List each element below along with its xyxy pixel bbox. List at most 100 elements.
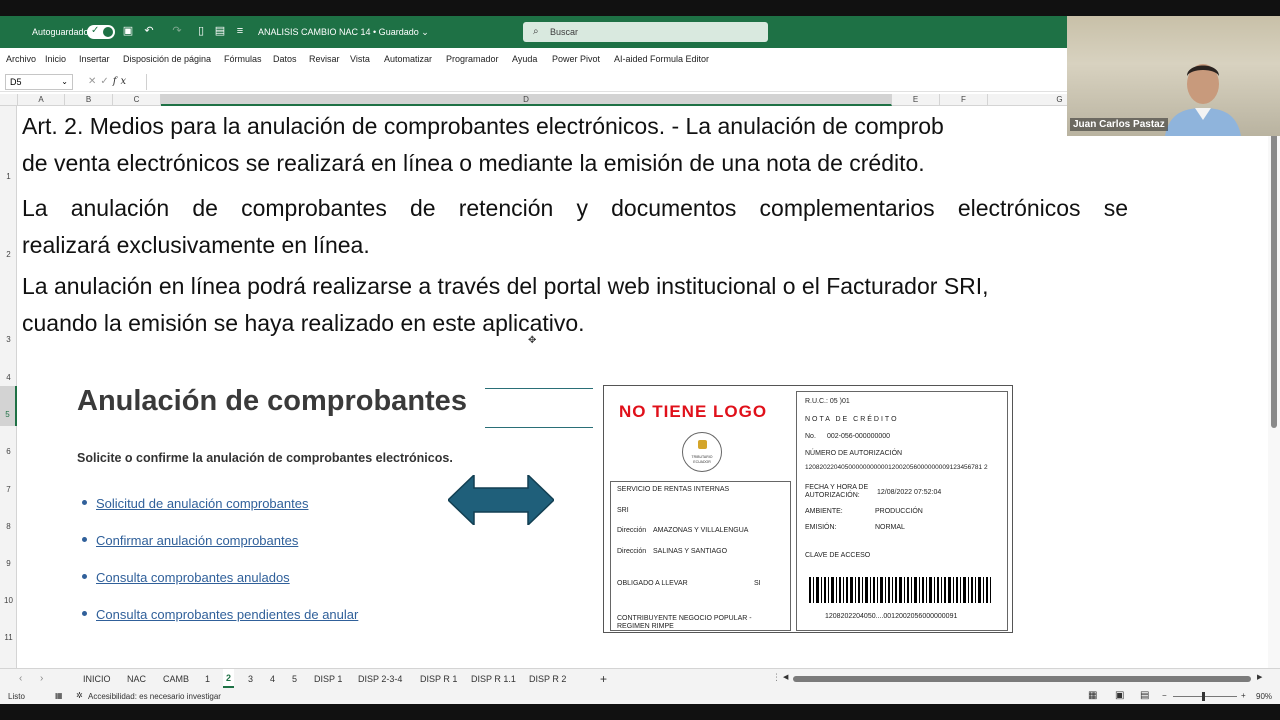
column-header-c[interactable]: C [113,94,161,106]
tab-next-icon[interactable]: › [40,673,43,684]
formula-input[interactable] [146,74,1066,90]
obligado-value: SI [754,580,761,587]
link-consulta-pendientes[interactable]: Consulta comprobantes pendientes de anul… [82,607,358,622]
row-headers: 1 2 3 4 5 6 7 8 9 10 11 [0,106,17,668]
column-header-f[interactable]: F [940,94,988,106]
menu-archivo[interactable]: Archivo [6,54,36,64]
bullet-icon [82,537,87,543]
horizontal-scrollbar[interactable] [793,676,1251,682]
tab-disp-r-1-1[interactable]: DISP R 1.1 [471,674,516,684]
column-header-d[interactable]: D [161,94,892,106]
redo-icon[interactable]: ↷ [171,25,183,37]
double-arrow-icon [448,475,554,525]
name-box[interactable]: D5 ⌄ [5,74,73,90]
row-header-4[interactable]: 4 [0,373,17,382]
tabs-more-icon[interactable]: ⋮ [772,672,781,683]
column-header-a[interactable]: A [18,94,65,106]
menu-datos[interactable]: Datos [273,54,297,64]
link-confirmar-anulacion[interactable]: Confirmar anulación comprobantes [82,533,298,548]
tab-3[interactable]: 3 [248,674,253,684]
menu-inicio[interactable]: Inicio [45,54,66,64]
invoice-emitter-box: SERVICIO DE RENTAS INTERNAS SRI Direcció… [610,481,791,631]
tab-camb[interactable]: CAMB [163,674,189,684]
new-file-icon[interactable]: ▯ [195,25,207,37]
status-ready: Listo [8,692,25,701]
row-header-2[interactable]: 2 [0,250,17,259]
tab-disp-r-1[interactable]: DISP R 1 [420,674,457,684]
worksheet-grid[interactable]: Art. 2. Medios para la anulación de comp… [18,107,1268,667]
tab-4[interactable]: 4 [270,674,275,684]
row-header-10[interactable]: 10 [0,596,17,605]
page-break-icon[interactable]: ▤ [1140,690,1149,701]
row-header-1[interactable]: 1 [0,172,17,181]
menu-ai-formula-editor[interactable]: AI-aided Formula Editor [614,54,709,64]
image-icon[interactable]: ▤ [214,25,226,37]
row-header-7[interactable]: 7 [0,485,17,494]
search-box[interactable]: ⌕ Buscar [523,22,768,42]
menu-vista[interactable]: Vista [350,54,370,64]
scroll-left-icon[interactable]: ◀ [783,673,788,681]
menu-programador[interactable]: Programador [446,54,499,64]
barcode-number: 1208202204050....0012002056000000091 [825,613,958,620]
link-solicitud-anulacion[interactable]: Solicitud de anulación comprobantes [82,496,308,511]
tab-inicio[interactable]: INICIO [83,674,111,684]
menu-automatizar[interactable]: Automatizar [384,54,432,64]
row-header-5[interactable]: 5 [0,386,17,426]
row-header-6[interactable]: 6 [0,447,17,456]
row-header-9[interactable]: 9 [0,559,17,568]
zoom-slider-thumb[interactable] [1202,692,1205,701]
select-all-corner[interactable] [0,94,18,106]
auth-number: 1208202204050000000000012002056000000009… [805,464,988,471]
macro-icon[interactable]: ▦ [55,691,63,700]
tab-disp-1[interactable]: DISP 1 [314,674,342,684]
row-header-8[interactable]: 8 [0,522,17,531]
save-icon[interactable]: ▣ [122,25,134,37]
menu-formulas[interactable]: Fórmulas [224,54,262,64]
menu-insertar[interactable]: Insertar [79,54,110,64]
menu-power-pivot[interactable]: Power Pivot [552,54,600,64]
autosave-toggle[interactable]: ✓ [87,25,115,39]
add-sheet-icon[interactable]: + [600,672,607,686]
customize-icon[interactable]: ≡ [234,25,246,37]
cancel-icon[interactable]: ✕ [88,76,100,87]
scroll-right-icon[interactable]: ▶ [1257,673,1262,681]
menu-revisar[interactable]: Revisar [309,54,340,64]
fecha-label-2: AUTORIZACIÓN: [805,492,860,499]
normal-view-icon[interactable]: ▦ [1088,690,1097,701]
row-header-3[interactable]: 3 [0,335,17,344]
move-cursor-icon: ✥ [528,335,537,346]
sri-seal-logo: TRIBUTARIO ECUADOR [682,432,722,472]
tab-disp-2-3-4[interactable]: DISP 2-3-4 [358,674,402,684]
document-title[interactable]: ANALISIS CAMBIO NAC 14 • Guardado ⌄ [258,27,429,38]
zoom-in-icon[interactable]: + [1241,691,1246,700]
invoice-detail-box: R.U.C.: 05 )01 NOTA DE CRÉDITO No. 002-0… [796,391,1008,631]
address-2: SALINAS Y SANTIAGO [653,548,728,555]
column-header-b[interactable]: B [65,94,113,106]
tab-prev-icon[interactable]: ‹ [19,673,22,684]
zoom-slider[interactable] [1173,696,1237,697]
paragraph-2-line-2: realizará exclusivamente en línea. [22,232,370,258]
top-black-bar [0,0,1280,16]
zoom-level[interactable]: 90% [1256,692,1272,701]
undo-icon[interactable]: ↶ [143,25,155,37]
link-consulta-anulados[interactable]: Consulta comprobantes anulados [82,570,290,585]
menu-ayuda[interactable]: Ayuda [512,54,537,64]
accessibility-status[interactable]: Accesibilidad: es necesario investigar [88,692,221,701]
confirm-icon[interactable]: ✓ [100,76,112,87]
row-header-11[interactable]: 11 [0,633,17,642]
fx-icon[interactable]: fx [113,76,130,87]
chevron-down-icon[interactable]: ⌄ [61,77,68,86]
tab-disp-r-2[interactable]: DISP R 2 [529,674,566,684]
menu-disposicion[interactable]: Disposición de página [123,54,211,64]
accessibility-icon[interactable]: ✲ [76,691,83,700]
column-header-e[interactable]: E [892,94,940,106]
page-layout-icon[interactable]: ▣ [1115,690,1124,701]
doc-type: NOTA DE CRÉDITO [805,416,899,423]
tab-1[interactable]: 1 [205,674,210,684]
tab-nac[interactable]: NAC [127,674,146,684]
vertical-scroll-thumb[interactable] [1271,100,1277,428]
vertical-scrollbar[interactable] [1268,94,1280,668]
tab-2[interactable]: 2 [223,669,235,688]
zoom-out-icon[interactable]: − [1162,691,1167,700]
tab-5[interactable]: 5 [292,674,297,684]
